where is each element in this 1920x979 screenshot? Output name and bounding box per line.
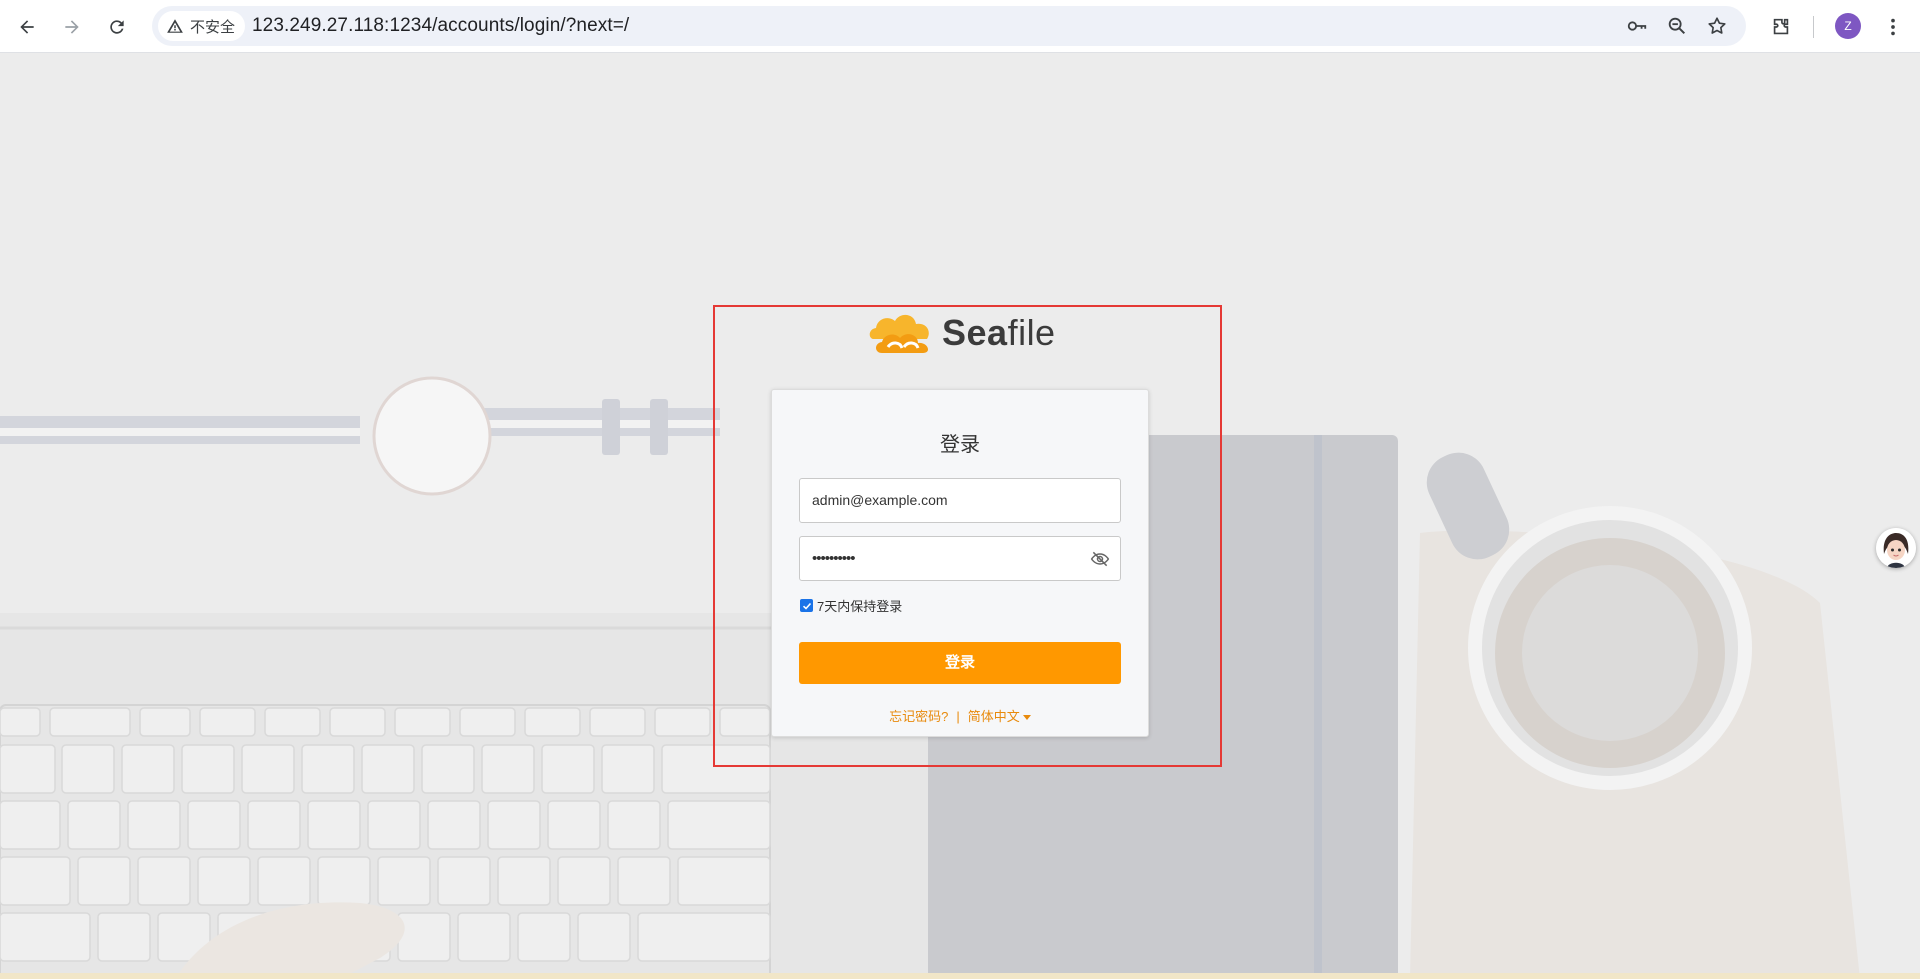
forward-button[interactable]: [55, 10, 89, 44]
zoom-icon[interactable]: [1665, 14, 1689, 38]
seafile-cloud-icon: [869, 314, 929, 353]
bottom-strip: [0, 973, 1920, 979]
password-key-icon[interactable]: [1625, 14, 1649, 38]
language-selector[interactable]: 简体中文: [968, 709, 1031, 724]
reload-icon: [110, 20, 124, 34]
seafile-logo: Seafile: [868, 305, 1056, 361]
girl-avatar-icon: [1876, 528, 1916, 568]
footer-divider: |: [956, 709, 960, 724]
warning-icon: [167, 19, 183, 33]
bookmark-star-icon[interactable]: [1705, 14, 1729, 38]
url-text[interactable]: 123.249.27.118:1234/accounts/login/?next…: [252, 6, 629, 46]
browser-toolbar: 不安全 123.249.27.118:1234/accounts/login/?…: [0, 0, 1920, 53]
arrow-left-icon: [20, 20, 34, 34]
login-button[interactable]: 登录: [799, 642, 1121, 684]
forgot-password-link[interactable]: 忘记密码?: [889, 709, 948, 724]
puzzle-icon: [1773, 18, 1789, 35]
toolbar-divider: [1813, 16, 1814, 38]
seafile-wordmark: Seafile: [942, 312, 1056, 354]
address-bar[interactable]: 不安全 123.249.27.118:1234/accounts/login/?…: [152, 6, 1746, 46]
remember-checkbox[interactable]: [800, 599, 813, 612]
login-page: Seafile 登录 admin@example.com •••••••••• …: [0, 53, 1920, 979]
more-vertical-icon: [1891, 18, 1895, 36]
language-label: 简体中文: [967, 709, 1020, 724]
browser-menu-button[interactable]: [1878, 12, 1908, 42]
password-value: ••••••••••: [812, 550, 856, 567]
login-footer: 忘记密码? | 简体中文: [772, 706, 1148, 725]
caret-down-icon: [1022, 715, 1031, 721]
username-input[interactable]: admin@example.com: [799, 478, 1121, 523]
eye-off-icon[interactable]: [1090, 549, 1110, 569]
profile-avatar[interactable]: Z: [1835, 13, 1861, 39]
arrow-right-icon: [65, 20, 79, 34]
remember-me[interactable]: 7天内保持登录: [800, 596, 902, 615]
security-label: 不安全: [190, 18, 236, 36]
assistant-avatar-button[interactable]: [1876, 528, 1916, 568]
remember-label: 7天内保持登录: [817, 599, 903, 614]
reload-button[interactable]: [100, 10, 134, 44]
login-title: 登录: [940, 434, 980, 456]
login-card: 登录 admin@example.com •••••••••• 7天内保持登录 …: [771, 389, 1149, 737]
password-input[interactable]: ••••••••••: [799, 536, 1121, 581]
wordmark-rest: file: [1007, 312, 1056, 353]
back-button[interactable]: [10, 10, 44, 44]
extensions-button[interactable]: [1766, 12, 1796, 42]
wordmark-bold: Sea: [942, 312, 1008, 353]
check-icon: [802, 602, 811, 610]
security-indicator[interactable]: 不安全: [158, 11, 246, 41]
